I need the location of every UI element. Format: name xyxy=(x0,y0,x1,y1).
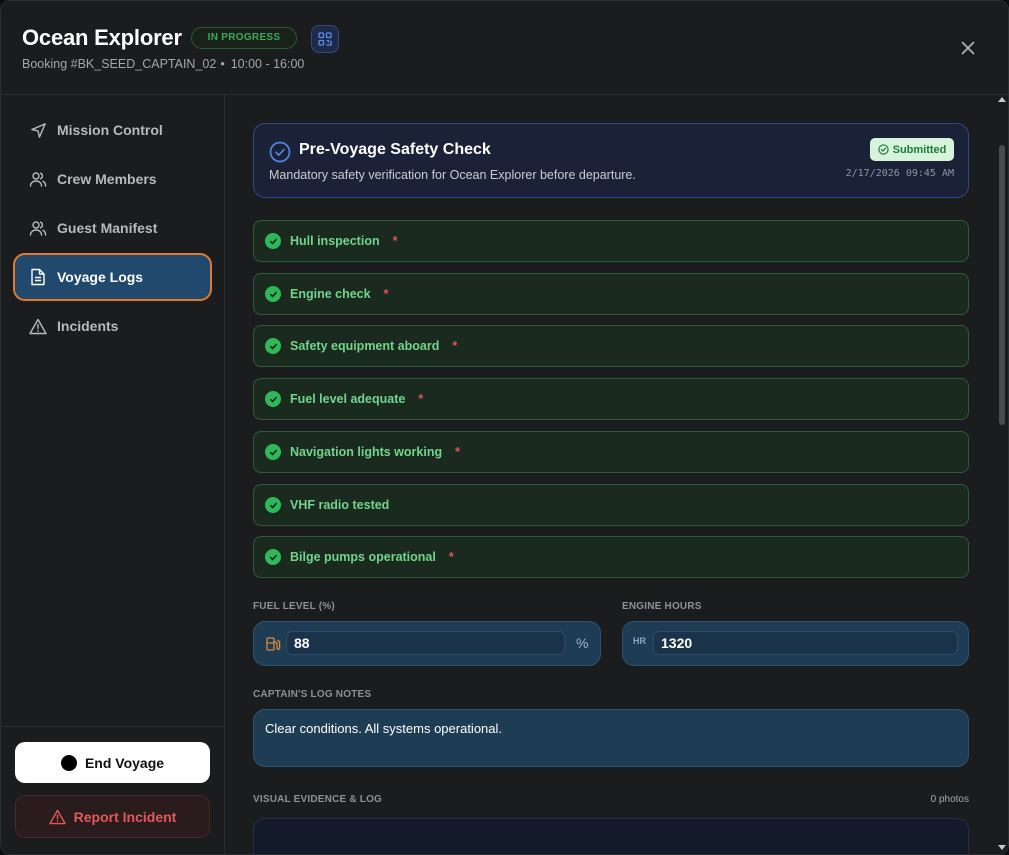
required-marker: * xyxy=(448,550,454,564)
record-dot-icon xyxy=(60,754,77,771)
report-incident-button[interactable]: Report Incident xyxy=(15,795,210,838)
checklist-item[interactable]: Engine check * xyxy=(253,273,969,315)
submitted-badge: Submitted xyxy=(870,138,954,161)
checkbox-checked-icon[interactable] xyxy=(265,444,281,460)
visual-evidence-label: VISUAL EVIDENCE & LOG xyxy=(253,794,383,805)
percent-suffix: % xyxy=(576,635,589,651)
booking-id: Booking #BK_SEED_CAPTAIN_02 xyxy=(22,57,217,71)
required-marker: * xyxy=(392,234,398,248)
sidebar-item-label: Crew Members xyxy=(57,171,157,187)
check-description: Mandatory safety verification for Ocean … xyxy=(269,168,636,182)
fuel-level-field: 88 % xyxy=(253,621,601,666)
required-marker: * xyxy=(455,445,460,459)
sidebar-item-guest-manifest[interactable]: Guest Manifest xyxy=(13,206,212,250)
warning-triangle-icon xyxy=(48,809,66,824)
sidebar-item-label: Voyage Logs xyxy=(57,269,144,285)
checklist-item[interactable]: Navigation lights working * xyxy=(253,431,969,473)
checklist-item[interactable]: VHF radio tested xyxy=(253,484,969,526)
booking-subtitle: Booking #BK_SEED_CAPTAIN_02 • 10:00 - 16:0… xyxy=(22,57,305,71)
checklist-label: VHF radio tested xyxy=(290,498,390,512)
scroll-thumb[interactable] xyxy=(999,145,1005,425)
sidebar-item-mission-control[interactable]: Mission Control xyxy=(13,108,212,152)
navigation-arrow-icon xyxy=(29,121,47,139)
main-content: Pre-Voyage Safety Check Mandatory safety… xyxy=(226,95,996,854)
submitted-label: Submitted xyxy=(892,143,947,156)
checklist-item[interactable]: Safety equipment aboard * xyxy=(253,325,969,367)
close-button[interactable] xyxy=(957,37,979,59)
required-marker: * xyxy=(418,392,424,406)
checkbox-checked-icon[interactable] xyxy=(265,549,281,565)
users-icon xyxy=(29,219,47,237)
required-marker: * xyxy=(383,287,389,301)
checklist-label: Fuel level adequate xyxy=(290,392,406,406)
log-notes-textarea[interactable]: Clear conditions. All systems operationa… xyxy=(253,709,969,767)
qr-code-icon xyxy=(318,32,332,46)
checkbox-checked-icon[interactable] xyxy=(265,233,281,249)
status-badge: IN PROGRESS xyxy=(191,27,297,49)
qr-code-button[interactable] xyxy=(311,25,339,53)
end-voyage-label: End Voyage xyxy=(84,754,165,771)
sidebar-item-label: Guest Manifest xyxy=(57,220,158,236)
end-voyage-button[interactable]: End Voyage xyxy=(15,742,210,783)
users-icon xyxy=(29,170,47,188)
checkbox-checked-icon[interactable] xyxy=(265,391,281,407)
sidebar: Mission Control Crew Members Guest Manif… xyxy=(1,95,225,854)
check-circle-icon xyxy=(269,141,291,163)
sidebar-item-crew-members[interactable]: Crew Members xyxy=(13,157,212,201)
checkbox-checked-icon[interactable] xyxy=(265,338,281,354)
fuel-level-input[interactable]: 88 xyxy=(286,631,565,655)
submitted-timestamp: 2/17/2026 09:45 AM xyxy=(845,168,954,179)
fuel-level-label: FUEL LEVEL (%) xyxy=(253,601,335,612)
photos-count: 0 photos xyxy=(930,794,969,805)
photo-upload-area[interactable] xyxy=(253,818,969,854)
checklist-label: Navigation lights working xyxy=(290,445,443,459)
required-marker: * xyxy=(452,339,458,353)
voyage-modal: Ocean Explorer IN PROGRESS Booking #BK_S… xyxy=(0,0,1009,855)
checklist-item[interactable]: Fuel level adequate * xyxy=(253,378,969,420)
checkbox-checked-icon[interactable] xyxy=(265,286,281,302)
log-notes-label: CAPTAIN'S LOG NOTES xyxy=(253,689,372,700)
sidebar-item-voyage-logs[interactable]: Voyage Logs xyxy=(13,253,212,301)
fuel-pump-icon xyxy=(266,637,281,651)
checklist-item[interactable]: Hull inspection * xyxy=(253,220,969,262)
safety-check-card: Pre-Voyage Safety Check Mandatory safety… xyxy=(253,123,969,198)
close-icon xyxy=(961,41,975,55)
checklist-label: Engine check xyxy=(290,287,371,301)
checklist-item[interactable]: Bilge pumps operational * xyxy=(253,536,969,578)
engine-hours-input[interactable]: 1320 xyxy=(653,631,958,655)
booking-time: 10:00 - 16:00 xyxy=(230,57,305,71)
report-incident-label: Report Incident xyxy=(73,808,177,825)
sidebar-footer: End Voyage Report Incident xyxy=(1,726,225,854)
checkbox-checked-icon[interactable] xyxy=(265,497,281,513)
engine-hours-field: HR 1320 xyxy=(622,621,969,666)
check-title: Pre-Voyage Safety Check xyxy=(299,141,491,158)
modal-header: Ocean Explorer IN PROGRESS Booking #BK_S… xyxy=(1,1,1008,95)
warning-triangle-icon xyxy=(29,317,47,335)
sidebar-item-label: Incidents xyxy=(57,318,119,334)
check-circle-icon xyxy=(877,144,889,155)
hours-prefix: HR xyxy=(633,636,646,646)
checklist-label: Safety equipment aboard xyxy=(290,339,440,353)
checklist-label: Bilge pumps operational xyxy=(290,550,436,564)
vessel-title: Ocean Explorer xyxy=(22,25,182,50)
sidebar-item-incidents[interactable]: Incidents xyxy=(13,304,212,348)
document-icon xyxy=(29,268,47,286)
checklist-label: Hull inspection xyxy=(290,234,380,248)
engine-hours-label: ENGINE HOURS xyxy=(622,601,702,612)
main-scrollbar[interactable] xyxy=(996,95,1008,854)
sidebar-item-label: Mission Control xyxy=(57,122,163,138)
scroll-down-icon[interactable] xyxy=(998,845,1006,850)
scroll-up-icon[interactable] xyxy=(998,97,1006,102)
